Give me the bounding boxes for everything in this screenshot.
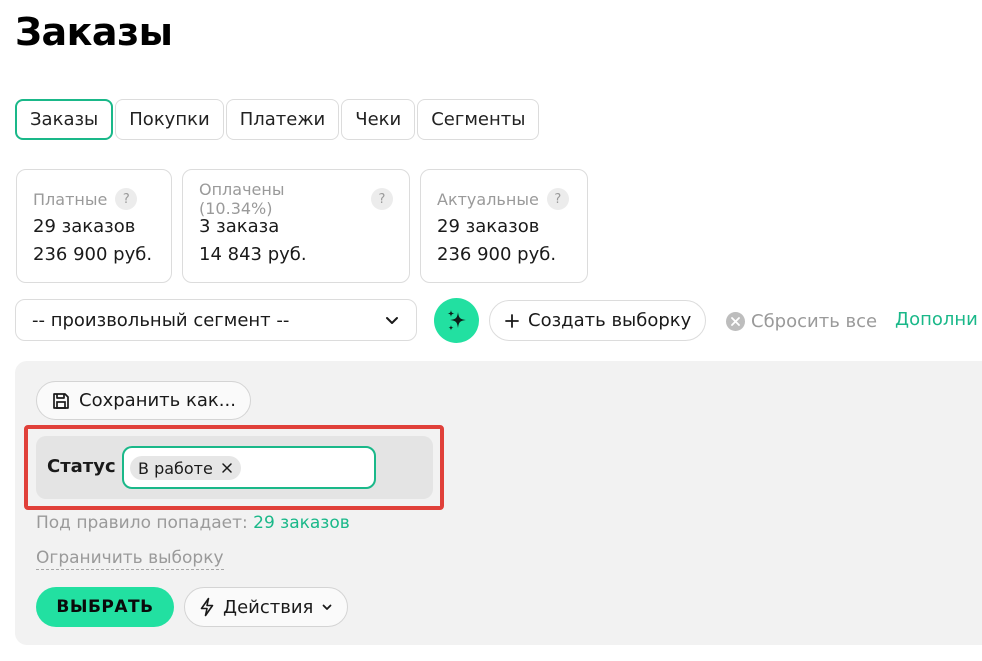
rule-match-prefix: Под правило попадает: [36, 513, 248, 533]
status-chip-label: В работе [138, 458, 213, 478]
help-icon[interactable]: ? [115, 188, 138, 210]
select-button[interactable]: ВЫБРАТЬ [36, 587, 174, 627]
x-circle-icon [726, 311, 745, 331]
page-title: Заказы [15, 10, 173, 54]
segment-select[interactable]: -- произвольный сегмент -- [15, 299, 417, 341]
status-multiselect-input[interactable]: В работе [122, 446, 376, 489]
ai-assistant-button[interactable] [434, 298, 479, 343]
chevron-down-icon [386, 317, 398, 324]
save-as-button[interactable]: Сохранить как... [36, 381, 251, 420]
status-label: Статус [47, 456, 116, 477]
tab-segments[interactable]: Сегменты [417, 99, 540, 140]
floppy-disk-icon [53, 392, 69, 409]
stat-title: Платные [33, 189, 108, 209]
help-icon[interactable]: ? [371, 188, 393, 210]
reset-all-label: Сбросить все [751, 310, 878, 332]
stat-title: Актуальные [437, 189, 539, 209]
stat-card-paid: Платные ? 29 заказов 236 900 руб. [16, 169, 172, 283]
rule-match-text: Под правило попадает: 29 заказов [36, 513, 350, 533]
stat-title: Оплачены (10.34%) [199, 180, 285, 218]
create-selection-label: Создать выборку [528, 310, 692, 331]
stat-count: 29 заказов [33, 216, 136, 237]
actions-dropdown-button[interactable]: Действия [184, 587, 349, 627]
stat-count: 3 заказа [199, 216, 280, 237]
actions-label: Действия [223, 596, 314, 618]
save-as-label: Сохранить как... [79, 390, 236, 411]
close-icon[interactable] [221, 462, 233, 474]
tab-purchases[interactable]: Покупки [115, 99, 224, 140]
tab-bar: Заказы Покупки Платежи Чеки Сегменты [15, 99, 540, 140]
stat-card-paid-out: Оплачены (10.34%) ? 3 заказа 14 843 руб. [182, 169, 410, 283]
tab-orders[interactable]: Заказы [15, 99, 114, 140]
stat-amount: 14 843 руб. [199, 244, 307, 265]
stat-card-actual: Актуальные ? 29 заказов 236 900 руб. [420, 169, 588, 283]
sparkles-icon [447, 309, 466, 330]
stat-amount: 236 900 руб. [33, 244, 153, 265]
status-filter-row: Статус В работе [36, 436, 433, 499]
filter-panel: Сохранить как... Статус В работе Под пра… [15, 361, 982, 645]
create-selection-button[interactable]: Создать выборку [489, 300, 707, 341]
limit-selection-link[interactable]: Ограничить выборку [36, 548, 224, 570]
status-chip: В работе [130, 456, 241, 480]
rule-match-count-link[interactable]: 29 заказов [253, 513, 350, 533]
chevron-down-icon [322, 604, 332, 610]
lightning-icon [200, 597, 214, 617]
tab-payments[interactable]: Платежи [225, 99, 340, 140]
segment-select-value: -- произвольный сегмент -- [32, 309, 290, 331]
reset-all-button[interactable]: Сбросить все [726, 309, 877, 333]
plus-icon [505, 313, 519, 328]
stat-count: 29 заказов [437, 216, 540, 237]
tab-receipts[interactable]: Чеки [341, 99, 416, 140]
help-icon[interactable]: ? [546, 188, 569, 210]
stat-amount: 236 900 руб. [437, 244, 557, 265]
more-options-link[interactable]: Дополни [895, 309, 978, 330]
